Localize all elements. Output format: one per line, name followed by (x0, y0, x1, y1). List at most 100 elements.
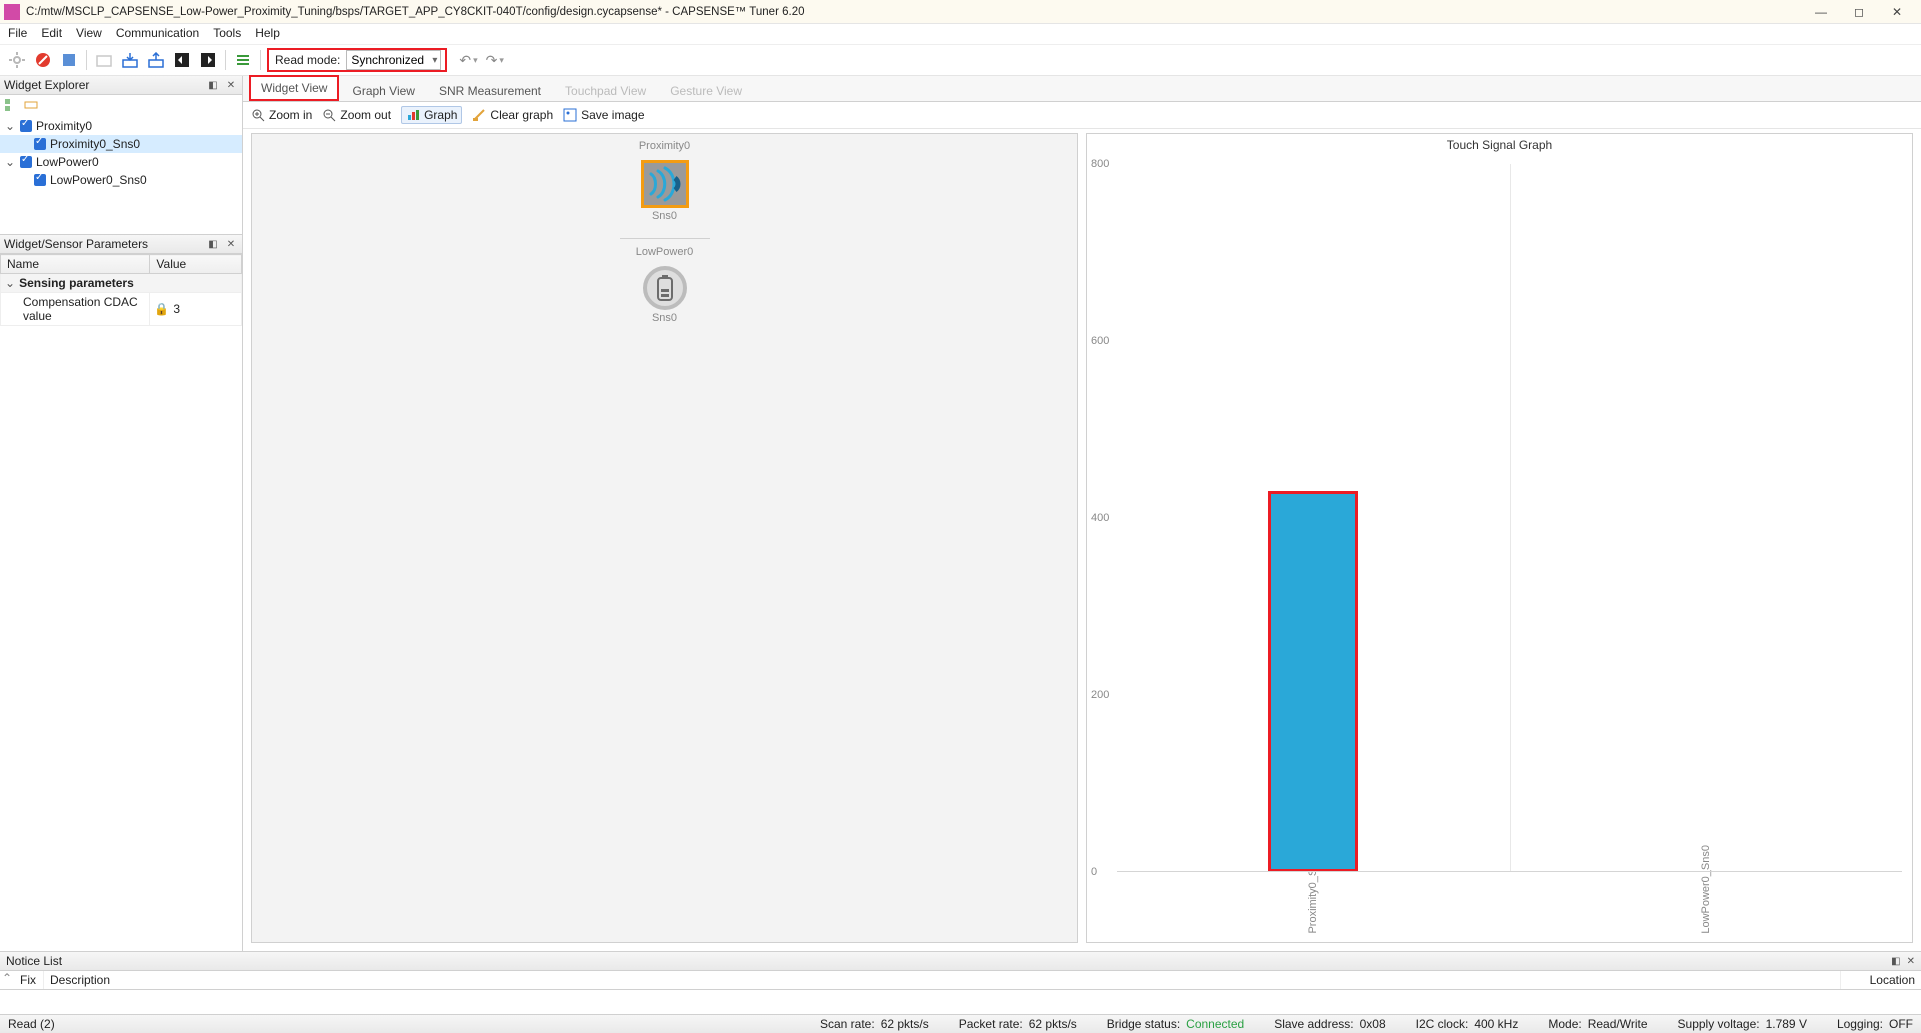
tree-item-label: LowPower0 (36, 155, 99, 169)
tree-item-label: Proximity0_Sns0 (50, 137, 140, 151)
params-table: Name Value ⌄Sensing parameters Compensat… (0, 254, 242, 326)
clear-graph-button[interactable]: Clear graph (472, 108, 553, 122)
checkbox-icon[interactable] (20, 156, 32, 168)
checkbox-icon[interactable] (34, 174, 46, 186)
menu-communication[interactable]: Communication (116, 26, 199, 40)
close-pane-icon[interactable]: ✕ (1907, 956, 1915, 967)
tree-item-lowpower0-sns0[interactable]: LowPower0_Sns0 (0, 171, 242, 189)
menu-edit[interactable]: Edit (41, 26, 62, 40)
close-pane-icon[interactable]: ✕ (224, 80, 238, 91)
params-pane: Name Value ⌄Sensing parameters Compensat… (0, 254, 242, 951)
close-button[interactable]: ✕ (1887, 5, 1907, 19)
tree-item-label: LowPower0_Sns0 (50, 173, 147, 187)
status-packet-rate-value: 62 pkts/s (1029, 1017, 1077, 1031)
collapse-all-icon[interactable] (24, 98, 38, 112)
save-image-label: Save image (581, 108, 644, 122)
chart-bar (1268, 491, 1358, 872)
param-name: Compensation CDAC value (1, 293, 150, 326)
tab-graph-view[interactable]: Graph View (341, 79, 425, 102)
status-scan-rate-value: 62 pkts/s (881, 1017, 929, 1031)
canvas-proximity-label: Proximity0 (252, 140, 1077, 152)
list-icon[interactable] (232, 49, 254, 71)
zoom-in-label: Zoom in (269, 108, 312, 122)
status-supply-value: 1.789 V (1766, 1017, 1807, 1031)
params-group-label: Sensing parameters (19, 276, 134, 290)
status-i2c-value: 400 kHz (1474, 1017, 1518, 1031)
widget-canvas[interactable]: Proximity0 Sns0 LowPower0 Sns0 (251, 133, 1078, 943)
status-mode-label: Mode: (1548, 1017, 1581, 1031)
explorer-toolbar (0, 95, 242, 115)
status-packet-rate-label: Packet rate: (959, 1017, 1023, 1031)
proximity-sensor-icon[interactable] (641, 160, 689, 208)
widget-explorer-tree: ⌄ Proximity0 Proximity0_Sns0 ⌄ LowPower0… (0, 115, 242, 235)
status-supply-label: Supply voltage: (1678, 1017, 1760, 1031)
touch-signal-graph: Touch Signal Graph 0200400600800Proximit… (1086, 133, 1913, 943)
dock-icon[interactable]: ◧ (206, 80, 220, 91)
menu-view[interactable]: View (76, 26, 102, 40)
notice-col-desc[interactable]: Description (44, 971, 1841, 989)
col-value[interactable]: Value (150, 255, 242, 274)
tree-item-lowpower0[interactable]: ⌄ LowPower0 (0, 153, 242, 171)
read-mode-label: Read mode: (275, 53, 340, 67)
tree-item-proximity0[interactable]: ⌄ Proximity0 (0, 117, 242, 135)
read-mode-group: Read mode: Synchronized (267, 48, 447, 72)
close-pane-icon[interactable]: ✕ (224, 239, 238, 250)
maximize-button[interactable]: ◻ (1849, 5, 1869, 19)
y-tick: 400 (1091, 512, 1109, 524)
plot-area[interactable]: 0200400600800Proximity0_Sns0LowPower0_Sn… (1117, 164, 1902, 872)
stop-square-icon[interactable] (58, 49, 80, 71)
menu-help[interactable]: Help (255, 26, 280, 40)
dock-icon[interactable]: ◧ (1891, 956, 1900, 967)
lowpower-sensor-icon[interactable] (643, 266, 687, 310)
status-logging-value: OFF (1889, 1017, 1913, 1031)
minimize-button[interactable]: — (1811, 5, 1831, 19)
tab-widget-view[interactable]: Widget View (249, 75, 339, 101)
titlebar: C:/mtw/MSCLP_CAPSENSE_Low-Power_Proximit… (0, 0, 1921, 24)
params-group-row[interactable]: ⌄Sensing parameters (1, 274, 242, 293)
notice-list-pane: Notice List ◧ ✕ ⌃ Fix Description Locati… (0, 951, 1921, 1014)
stop-icon[interactable] (32, 49, 54, 71)
chevron-icon[interactable]: ⌃ (0, 971, 14, 989)
params-row[interactable]: Compensation CDAC value 🔒3 (1, 293, 242, 326)
canvas-lowpower-label: LowPower0 (252, 246, 1077, 258)
undo-dropdown[interactable]: ▾ (473, 55, 478, 66)
window-title: C:/mtw/MSCLP_CAPSENSE_Low-Power_Proximit… (26, 6, 1811, 18)
tab-snr[interactable]: SNR Measurement (428, 79, 552, 102)
redo-dropdown[interactable]: ▾ (499, 55, 504, 66)
expand-all-icon[interactable] (4, 98, 18, 112)
x-label: LowPower0_Sns0 (1700, 845, 1712, 934)
menu-file[interactable]: File (8, 26, 27, 40)
widget-explorer-title: Widget Explorer (4, 78, 202, 92)
tab-gesture: Gesture View (659, 79, 753, 102)
receive-icon[interactable] (197, 49, 219, 71)
send-icon[interactable] (171, 49, 193, 71)
checkbox-icon[interactable] (34, 138, 46, 150)
params-header: Widget/Sensor Parameters ◧ ✕ (0, 235, 242, 254)
gear-icon[interactable] (6, 49, 28, 71)
redo-button[interactable]: ↷ (486, 52, 498, 69)
export-icon[interactable] (145, 49, 167, 71)
y-tick: 600 (1091, 335, 1109, 347)
col-name[interactable]: Name (1, 255, 150, 274)
save-image-button[interactable]: Save image (563, 108, 644, 122)
zoom-out-button[interactable]: Zoom out (322, 108, 391, 122)
status-mode-value: Read/Write (1588, 1017, 1648, 1031)
checkbox-icon[interactable] (20, 120, 32, 132)
import-icon[interactable] (119, 49, 141, 71)
dock-icon[interactable]: ◧ (206, 239, 220, 250)
read-mode-select[interactable]: Synchronized (346, 50, 441, 70)
notice-col-fix[interactable]: Fix (14, 971, 44, 989)
tree-item-proximity0-sns0[interactable]: Proximity0_Sns0 (0, 135, 242, 153)
undo-button[interactable]: ↶ (459, 52, 471, 69)
app-icon (4, 4, 20, 20)
status-bridge-label: Bridge status: (1107, 1017, 1180, 1031)
status-slave-label: Slave address: (1274, 1017, 1353, 1031)
graph-toggle-button[interactable]: Graph (401, 106, 462, 124)
zoom-out-label: Zoom out (340, 108, 391, 122)
open-icon[interactable] (93, 49, 115, 71)
zoom-in-button[interactable]: Zoom in (251, 108, 312, 122)
lock-icon: 🔒 (154, 302, 169, 316)
menu-tools[interactable]: Tools (213, 26, 241, 40)
status-i2c-label: I2C clock: (1416, 1017, 1469, 1031)
notice-col-location[interactable]: Location (1841, 971, 1921, 989)
